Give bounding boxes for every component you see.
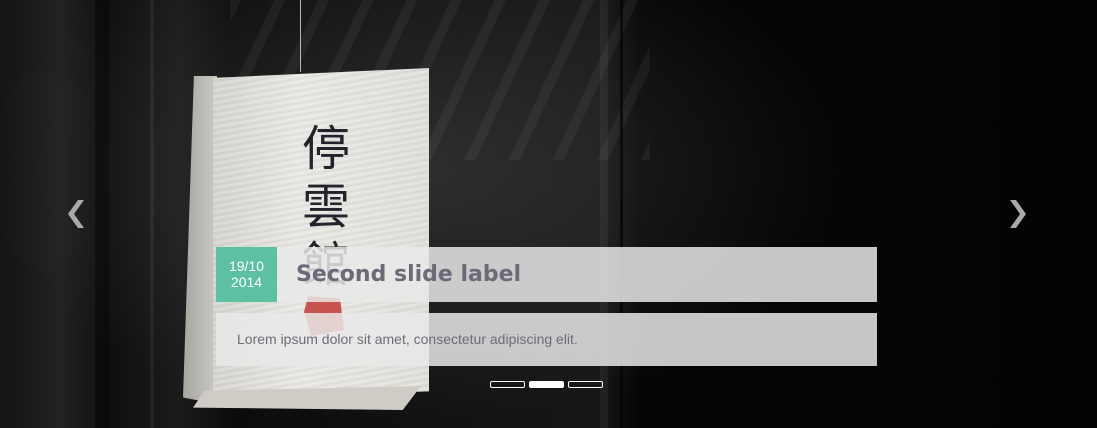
date-badge: 19/10 2014 (216, 247, 277, 302)
indicator-slide-2[interactable] (529, 381, 564, 388)
next-slide-button[interactable] (996, 192, 1036, 236)
slide-title: Second slide label (296, 262, 522, 287)
image-carousel: 停雲館 19/10 2014 Second slide label Lorem … (0, 0, 1097, 428)
carousel-indicators (490, 381, 603, 389)
date-day-month: 19/10 (228, 258, 265, 274)
slide-caption: 19/10 2014 Second slide label Lorem ipsu… (216, 247, 877, 366)
slide-description: Lorem ipsum dolor sit amet, consectetur … (216, 313, 877, 366)
background-beam (150, 0, 154, 428)
date-year: 2014 (230, 274, 263, 290)
indicator-slide-1[interactable] (490, 381, 525, 388)
lantern-side (183, 76, 217, 404)
caption-header: 19/10 2014 Second slide label (216, 247, 877, 302)
chevron-right-icon (1010, 200, 1026, 228)
previous-slide-button[interactable] (58, 192, 98, 236)
chevron-left-icon (68, 200, 84, 228)
indicator-slide-3[interactable] (568, 381, 603, 388)
lantern-wire (300, 0, 301, 72)
